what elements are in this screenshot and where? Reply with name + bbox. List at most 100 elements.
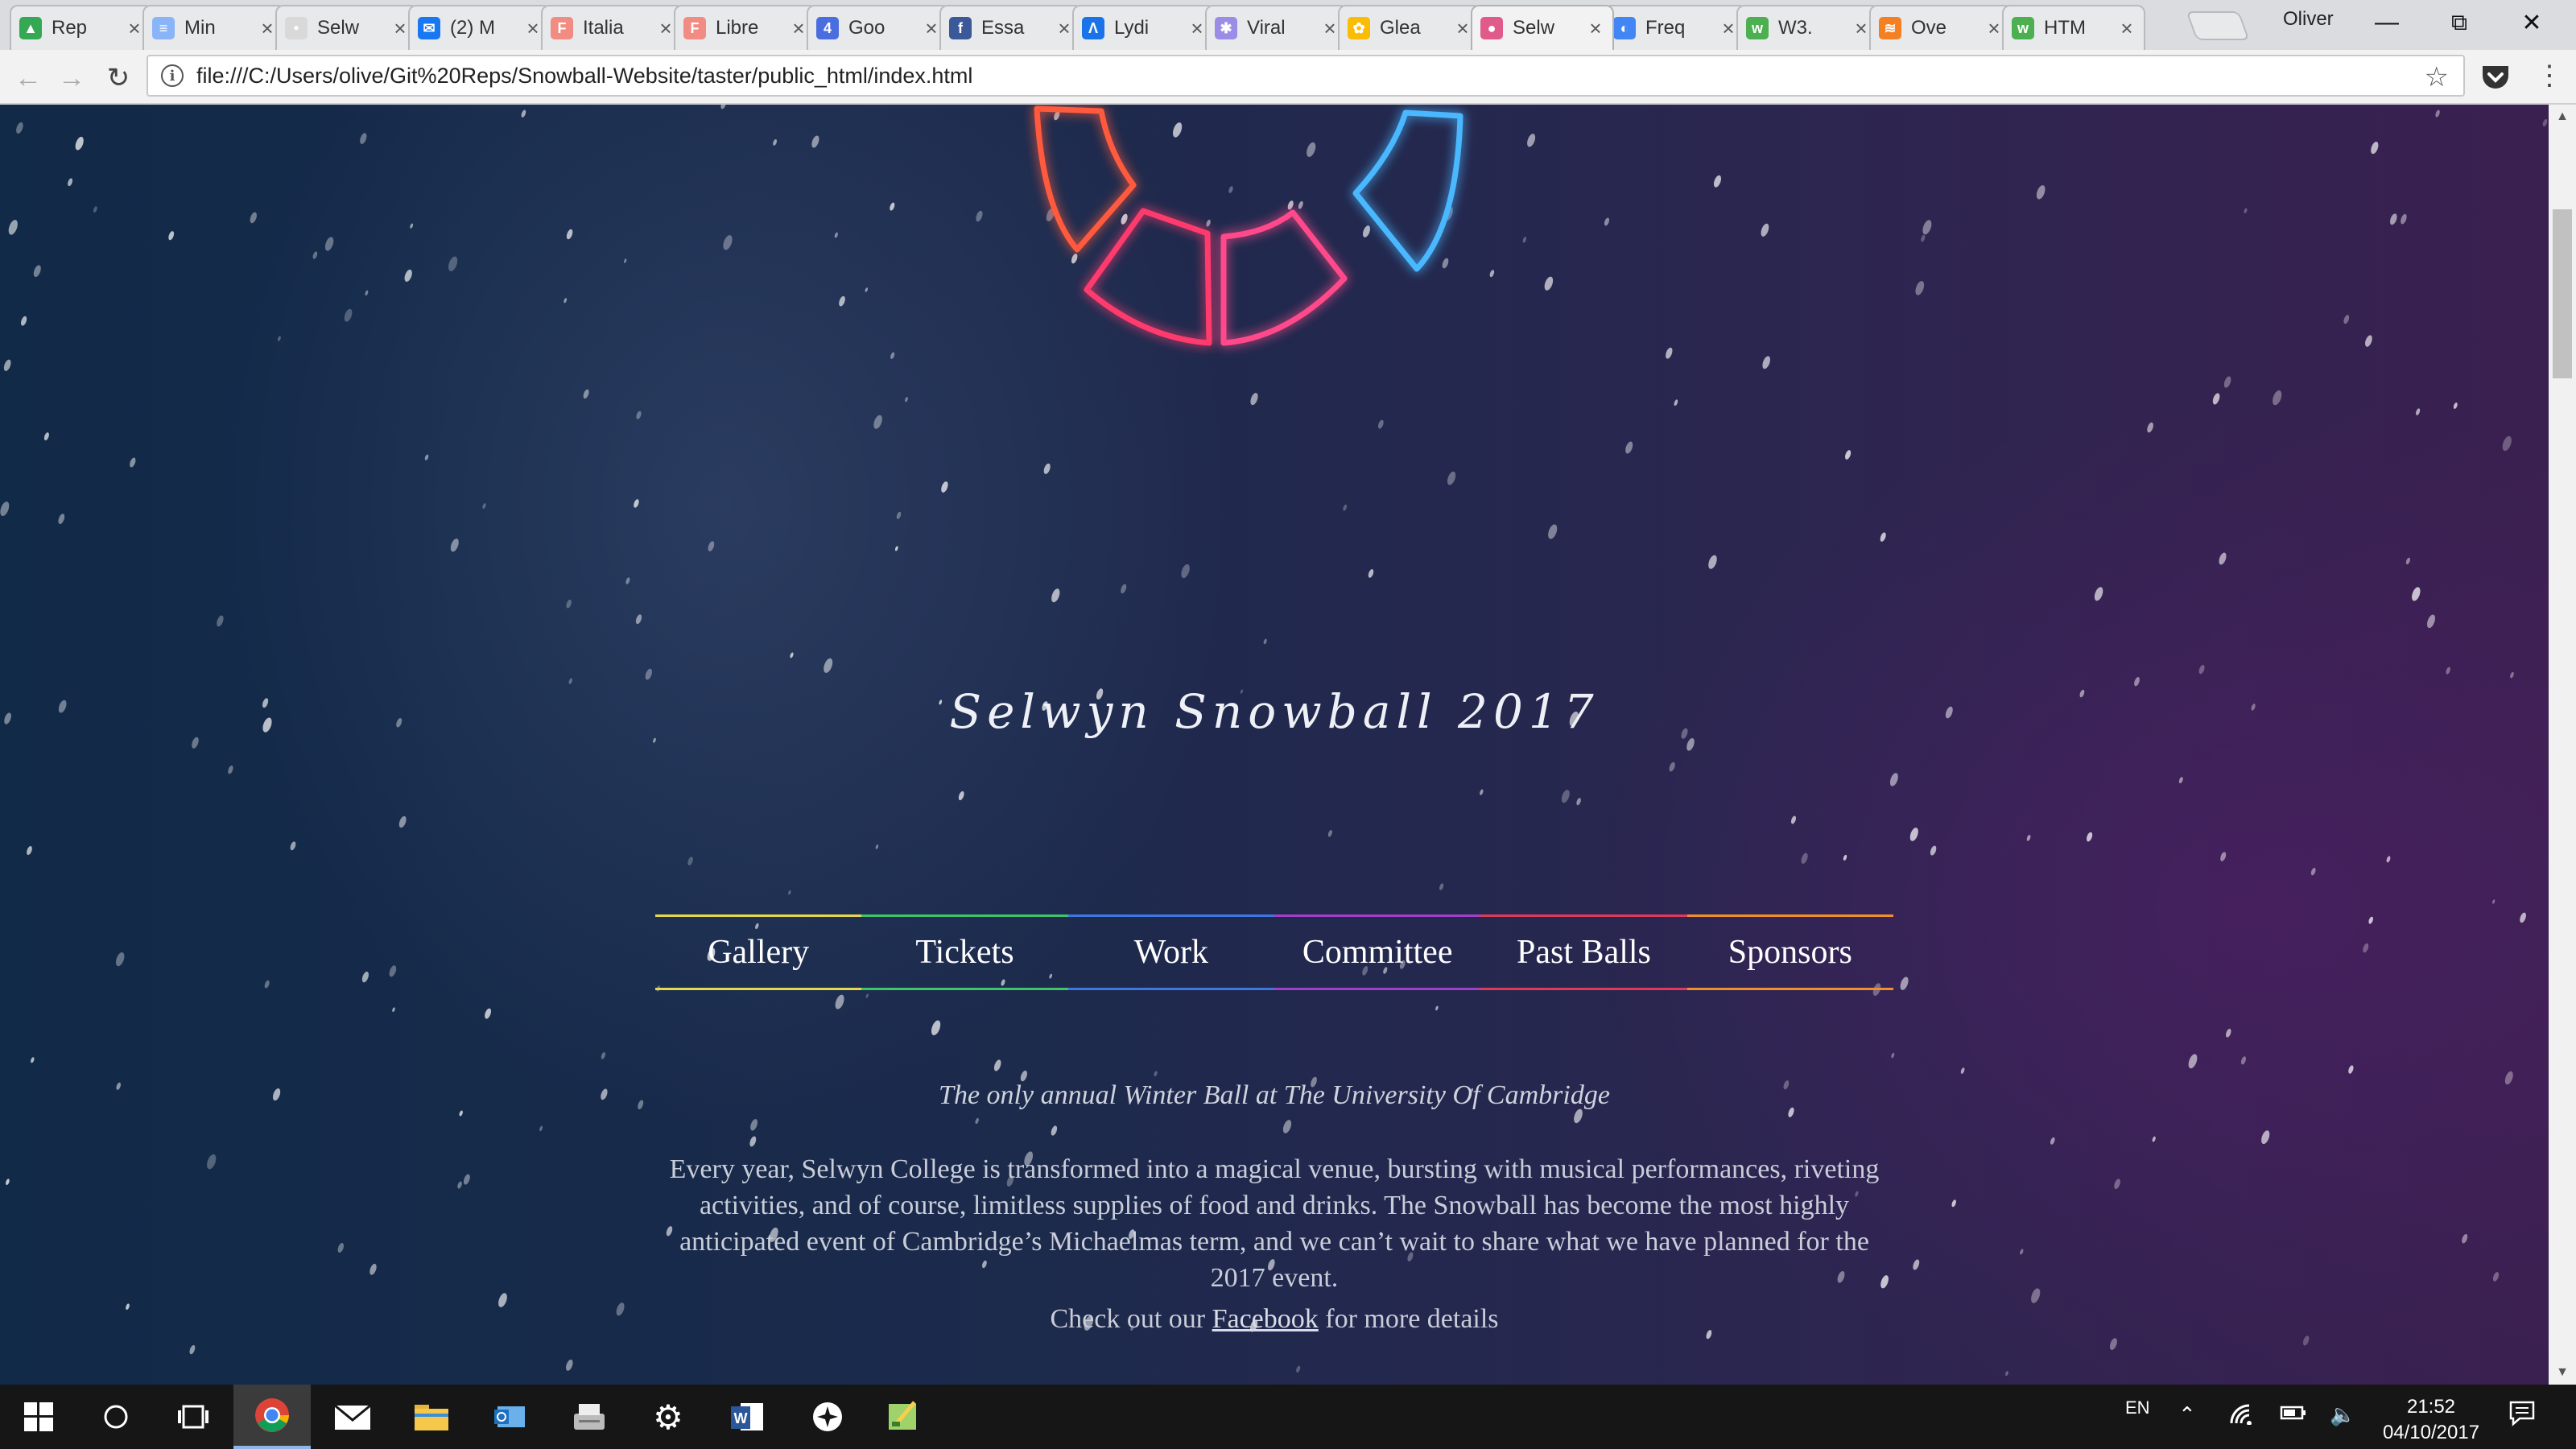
tab-favicon-icon: ● — [1480, 17, 1503, 39]
restore-button[interactable]: ⧉ — [2423, 0, 2496, 45]
nav-past-balls[interactable]: Past Balls — [1480, 914, 1687, 990]
snowflake — [1686, 737, 1695, 751]
tab-close-icon[interactable]: × — [126, 16, 143, 41]
browser-tab[interactable]: Λ Lydi × — [1072, 5, 1216, 50]
nav-committee[interactable]: Committee — [1274, 914, 1481, 990]
snowflake — [2371, 142, 2379, 155]
action-center-icon[interactable] — [2508, 1399, 2536, 1432]
tab-close-icon[interactable]: × — [524, 16, 542, 41]
scroll-up-arrow-icon[interactable]: ▲ — [2549, 105, 2576, 129]
address-bar[interactable]: i file:///C:/Users/olive/Git%20Reps/Snow… — [147, 55, 2465, 97]
forward-button[interactable]: → — [52, 58, 92, 98]
browser-tab[interactable]: • Selw × — [275, 5, 419, 50]
tab-title: Libre — [716, 17, 759, 39]
taskbar-scanner[interactable] — [551, 1385, 628, 1449]
menu-dots-icon[interactable]: ⋮ — [2536, 60, 2563, 92]
taskbar-chrome[interactable] — [233, 1385, 311, 1449]
scrollbar-thumb[interactable] — [2553, 209, 2572, 378]
nav-label: Past Balls — [1517, 934, 1651, 971]
info-icon[interactable]: i — [161, 64, 184, 87]
back-button[interactable]: ← — [8, 58, 48, 98]
tab-close-icon[interactable]: × — [657, 16, 675, 41]
tab-close-icon[interactable]: × — [1852, 16, 1870, 41]
browser-tab[interactable]: f Essa × — [939, 5, 1083, 50]
tab-close-icon[interactable]: × — [258, 16, 276, 41]
chevron-up-icon[interactable]: ⌃ — [2178, 1402, 2196, 1427]
bookmark-star-icon[interactable]: ☆ — [2425, 61, 2449, 93]
profile-button[interactable]: Oliver — [2283, 8, 2334, 31]
nav-underline-top — [1480, 914, 1687, 917]
tab-close-icon[interactable]: × — [923, 16, 940, 41]
reload-button[interactable]: ↻ — [98, 58, 138, 98]
facebook-link[interactable]: Facebook — [1212, 1304, 1319, 1334]
browser-tab[interactable]: ◐ Freq × — [1604, 5, 1747, 50]
snowflake — [2446, 667, 2450, 675]
tab-title: Italia — [583, 17, 624, 39]
browser-tab[interactable]: F Libre × — [674, 5, 817, 50]
snowflake — [2462, 1233, 2468, 1244]
taskbar-paint[interactable] — [865, 1385, 942, 1449]
new-tab-button[interactable] — [2186, 11, 2250, 40]
browser-tab[interactable]: ▲ Rep × — [10, 5, 153, 50]
snowflake — [708, 541, 715, 551]
browser-tab[interactable]: ≡ Min × — [142, 5, 286, 50]
taskbar-word[interactable]: W — [708, 1385, 786, 1449]
nav-sponsors[interactable]: Sponsors — [1686, 914, 1893, 990]
browser-tab[interactable]: F Italia × — [541, 5, 684, 50]
taskbar-mail[interactable] — [314, 1385, 391, 1449]
logo-segment — [1084, 208, 1212, 346]
system-clock[interactable]: 21:52 04/10/2017 — [2375, 1394, 2487, 1446]
url-text[interactable]: file:///C:/Users/olive/Git%20Reps/Snowba… — [196, 64, 972, 89]
snowflake — [2453, 402, 2458, 409]
tab-close-icon[interactable]: × — [391, 16, 409, 41]
nav-tickets[interactable]: Tickets — [861, 914, 1068, 990]
snowflake — [1909, 828, 1918, 841]
taskbar-settings[interactable]: ⚙ — [630, 1385, 707, 1449]
nav-work[interactable]: Work — [1067, 914, 1274, 990]
snowflake — [625, 577, 630, 584]
browser-tab[interactable]: ● Selw × — [1471, 5, 1614, 50]
nav-label: Sponsors — [1728, 934, 1852, 971]
tab-close-icon[interactable]: × — [1321, 16, 1339, 41]
snowflake — [773, 138, 778, 146]
windows-start-button[interactable] — [0, 1385, 77, 1449]
taskbar-outlook[interactable] — [472, 1385, 549, 1449]
pocket-extension-icon[interactable] — [2479, 63, 2512, 93]
task-view-button[interactable] — [155, 1385, 232, 1449]
snowflake — [2050, 1137, 2055, 1145]
wifi-icon[interactable] — [2228, 1402, 2254, 1430]
nav-underline-top — [655, 914, 862, 917]
browser-tab[interactable]: w W3. × — [1736, 5, 1880, 50]
close-window-button[interactable]: ✕ — [2496, 0, 2568, 45]
browser-tab[interactable]: w HTM × — [2002, 5, 2145, 50]
tab-close-icon[interactable]: × — [1985, 16, 2003, 41]
taskbar-file-explorer[interactable] — [393, 1385, 470, 1449]
browser-tab[interactable]: ✉ (2) M × — [408, 5, 551, 50]
minimize-button[interactable]: — — [2351, 0, 2423, 45]
snowflake — [6, 1179, 10, 1186]
battery-icon[interactable] — [2280, 1402, 2307, 1429]
browser-tab[interactable]: ✱ Viral × — [1205, 5, 1348, 50]
outlook-icon — [494, 1406, 525, 1427]
tab-close-icon[interactable]: × — [1188, 16, 1206, 41]
browser-tab[interactable]: ✿ Glea × — [1338, 5, 1481, 50]
tab-favicon-icon: Λ — [1082, 17, 1104, 39]
cortana-button[interactable] — [77, 1385, 155, 1449]
volume-icon[interactable]: 🔈 — [2330, 1402, 2355, 1427]
browser-tab[interactable]: 4 Goo × — [807, 5, 950, 50]
snowflake — [8, 220, 18, 235]
tab-close-icon[interactable]: × — [1454, 16, 1472, 41]
input-language[interactable]: EN — [2125, 1397, 2150, 1418]
tab-close-icon[interactable]: × — [1055, 16, 1073, 41]
nav-gallery[interactable]: Gallery — [655, 914, 862, 990]
tab-close-icon[interactable]: × — [1587, 16, 1604, 41]
scroll-down-arrow-icon[interactable]: ▼ — [2549, 1360, 2576, 1385]
tab-close-icon[interactable]: × — [2118, 16, 2136, 41]
browser-tab[interactable]: ≋ Ove × — [1869, 5, 2013, 50]
tab-close-icon[interactable]: × — [790, 16, 807, 41]
snowflake — [1447, 471, 1456, 485]
tab-close-icon[interactable]: × — [1719, 16, 1737, 41]
taskbar-sync-app[interactable] — [789, 1385, 866, 1449]
snowflake — [1801, 852, 1808, 864]
page-scrollbar[interactable]: ▲ ▼ — [2549, 105, 2576, 1385]
